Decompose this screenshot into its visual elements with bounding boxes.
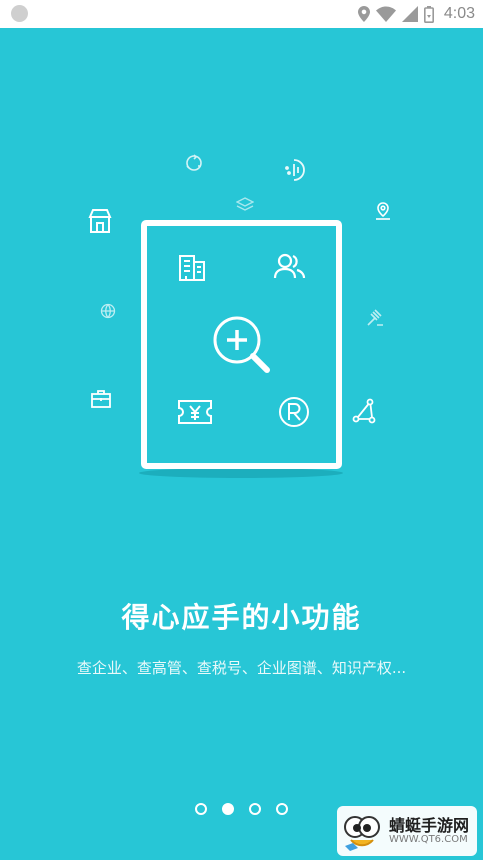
gavel-icon — [366, 309, 384, 327]
status-icons: 4:03 — [357, 5, 475, 23]
yen-ticket-icon — [177, 397, 213, 427]
status-time: 4:03 — [443, 5, 475, 22]
share-nodes-icon — [352, 398, 376, 424]
signal-icon — [401, 6, 418, 22]
page-dot-1[interactable] — [195, 803, 207, 815]
map-pin-icon — [374, 202, 392, 220]
briefcase-icon — [90, 389, 112, 409]
feature-illustration — [0, 140, 483, 500]
globe-icon — [100, 303, 116, 319]
onboarding-subtitle: 查企业、查高管、查税号、企业图谱、知识产权... — [76, 659, 407, 677]
location-icon — [357, 6, 370, 22]
onboarding-title: 得心应手的小功能 — [121, 601, 362, 634]
chart-sparkle-icon — [282, 158, 306, 182]
dragonfly-logo — [341, 810, 383, 852]
page-dot-3[interactable] — [249, 803, 261, 815]
building-icon — [176, 252, 208, 284]
people-icon — [273, 252, 307, 282]
search-plus-icon — [210, 313, 274, 377]
shop-icon — [87, 208, 113, 234]
recycle-icon — [184, 153, 204, 173]
status-bar: 4:03 — [0, 0, 483, 28]
watermark-title: 蜻蜓手游网 — [389, 815, 470, 835]
wifi-icon — [375, 6, 396, 22]
notification-dot-icon — [11, 5, 28, 22]
page-dot-2[interactable] — [222, 803, 234, 815]
watermark-badge: 蜻蜓手游网 WWW.QT6.COM — [337, 806, 477, 856]
battery-icon — [423, 5, 434, 23]
watermark-url: WWW.QT6.COM — [389, 834, 468, 846]
registered-icon — [278, 396, 310, 428]
layers-icon — [236, 197, 254, 213]
page-dot-4[interactable] — [276, 803, 288, 815]
